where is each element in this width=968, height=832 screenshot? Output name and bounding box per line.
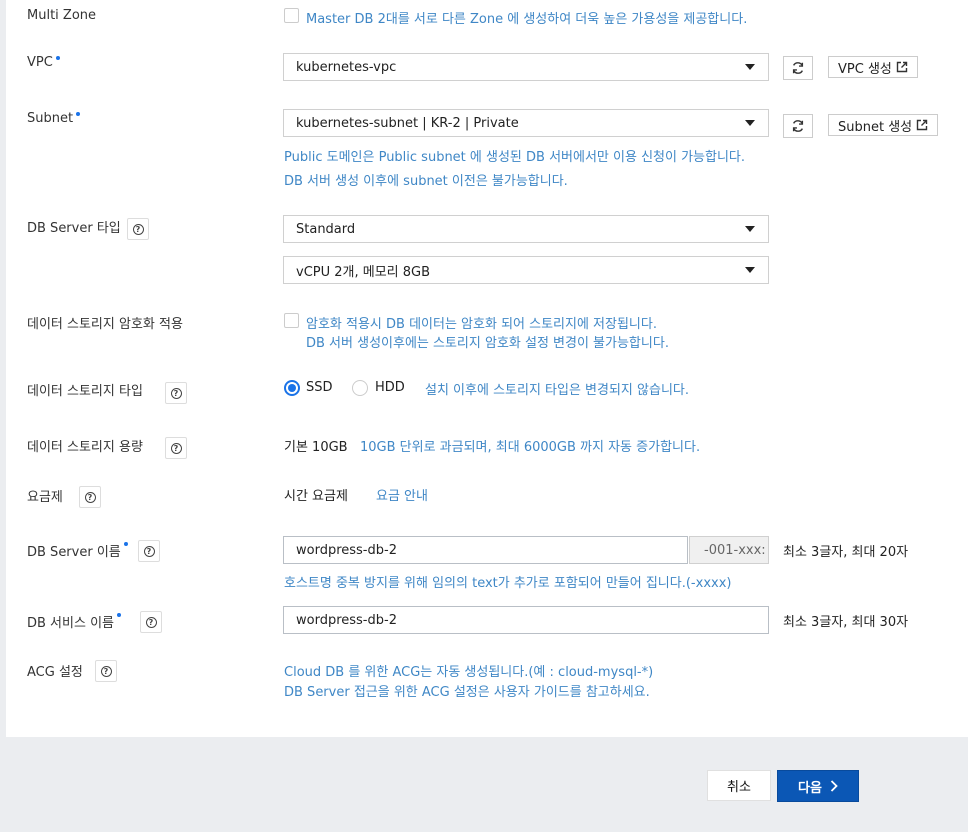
server-name-suffix: -001-xxx: bbox=[689, 536, 769, 564]
required-dot bbox=[55, 56, 60, 60]
subnet-refresh-button[interactable] bbox=[783, 114, 813, 138]
storage-ssd-radio[interactable] bbox=[284, 380, 300, 396]
cancel-label: 취소 bbox=[727, 780, 751, 795]
acg-help-button[interactable]: ? bbox=[95, 660, 117, 682]
storage-capacity-value: 기본 10GB bbox=[284, 440, 348, 455]
chevron-down-icon bbox=[745, 267, 755, 273]
refresh-icon bbox=[792, 120, 804, 132]
cancel-button[interactable]: 취소 bbox=[707, 770, 771, 801]
subnet-select-value: kubernetes-subnet | KR-2 | Private bbox=[296, 115, 519, 131]
chevron-down-icon bbox=[745, 226, 755, 232]
storage-ssd-label[interactable]: SSD bbox=[306, 380, 333, 395]
storage-hdd-radio[interactable] bbox=[352, 380, 368, 396]
server-name-rule: 최소 3글자, 최대 20자 bbox=[783, 545, 909, 560]
server-type-value: Standard bbox=[296, 221, 356, 237]
encryption-text-2: DB 서버 생성이후에는 스토리지 암호화 설정 변경이 불가능합니다. bbox=[306, 336, 669, 351]
subnet-label-text: Subnet bbox=[27, 111, 74, 126]
server-name-label: DB Server 이름 bbox=[27, 541, 128, 560]
service-name-help-button[interactable]: ? bbox=[140, 611, 162, 633]
subnet-label: Subnet bbox=[27, 111, 81, 126]
encryption-text-1: 암호화 적용시 DB 데이터는 암호화 되어 스토리지에 저장됩니다. bbox=[306, 317, 657, 332]
service-name-rule: 최소 3글자, 최대 30자 bbox=[783, 615, 909, 630]
question-icon: ? bbox=[170, 442, 182, 454]
server-type-label: DB Server 타입 bbox=[27, 221, 121, 236]
server-name-help-button[interactable]: ? bbox=[138, 540, 160, 562]
vpc-select-value: kubernetes-vpc bbox=[296, 59, 397, 75]
service-name-label: DB 서비스 이름 bbox=[27, 612, 121, 631]
acg-info-2: DB Server 접근을 위한 ACG 설정은 사용자 가이드를 참고하세요. bbox=[284, 685, 650, 700]
refresh-icon bbox=[792, 62, 804, 74]
pricing-help-button[interactable]: ? bbox=[79, 486, 101, 508]
encryption-checkbox[interactable] bbox=[284, 313, 299, 328]
server-name-label-text: DB Server 이름 bbox=[27, 545, 121, 560]
encryption-label: 데이터 스토리지 암호화 적용 bbox=[27, 317, 183, 332]
service-name-label-text: DB 서비스 이름 bbox=[27, 616, 114, 631]
multi-zone-checkbox[interactable] bbox=[284, 8, 299, 23]
subnet-create-button[interactable]: Subnet 생성 bbox=[828, 114, 939, 136]
storage-type-help-button[interactable]: ? bbox=[165, 382, 187, 404]
vpc-label: VPC bbox=[27, 55, 60, 70]
subnet-select[interactable]: kubernetes-subnet | KR-2 | Private bbox=[283, 109, 769, 137]
chevron-right-icon bbox=[830, 780, 838, 792]
storage-type-info: 설치 이후에 스토리지 타입은 변경되지 않습니다. bbox=[425, 383, 689, 398]
vpc-select[interactable]: kubernetes-vpc bbox=[283, 53, 769, 81]
multi-zone-label: Multi Zone bbox=[27, 8, 97, 23]
storage-capacity-help-button[interactable]: ? bbox=[165, 437, 187, 459]
storage-type-label: 데이터 스토리지 타입 bbox=[27, 384, 143, 399]
vpc-label-text: VPC bbox=[27, 55, 53, 70]
external-link-icon bbox=[896, 61, 908, 73]
required-dot bbox=[123, 542, 128, 546]
storage-hdd-label[interactable]: HDD bbox=[375, 380, 405, 395]
question-icon: ? bbox=[84, 491, 96, 503]
question-icon: ? bbox=[170, 387, 182, 399]
pricing-label: 요금제 bbox=[27, 490, 63, 505]
subnet-info-public: Public 도메인은 Public subnet 에 생성된 DB 서버에서만… bbox=[284, 150, 746, 165]
next-button[interactable]: 다음 bbox=[777, 770, 859, 802]
required-dot bbox=[76, 112, 81, 116]
storage-capacity-label: 데이터 스토리지 용량 bbox=[27, 440, 143, 455]
pricing-value: 시간 요금제 bbox=[284, 489, 348, 504]
acg-label: ACG 설정 bbox=[27, 665, 83, 680]
server-spec-select[interactable]: vCPU 2개, 메모리 8GB bbox=[283, 256, 769, 284]
subnet-create-label: Subnet 생성 bbox=[838, 119, 913, 135]
question-icon: ? bbox=[145, 616, 157, 628]
external-link-icon bbox=[916, 119, 928, 131]
service-name-input[interactable] bbox=[283, 606, 769, 634]
storage-capacity-info: 10GB 단위로 과금되며, 최대 6000GB 까지 자동 증가합니다. bbox=[360, 440, 701, 455]
server-name-info: 호스트명 중복 방지를 위해 임의의 text가 추가로 포함되어 만들어 집니… bbox=[284, 576, 732, 591]
server-spec-value: vCPU 2개, 메모리 8GB bbox=[296, 264, 431, 280]
chevron-down-icon bbox=[745, 120, 755, 126]
multi-zone-description: Master DB 2대를 서로 다른 Zone 에 생성하여 더욱 높은 가용… bbox=[306, 12, 748, 27]
acg-info-1: Cloud DB 를 위한 ACG는 자동 생성됩니다.(예 : cloud-m… bbox=[284, 665, 654, 680]
vpc-create-label: VPC 생성 bbox=[838, 61, 892, 77]
question-icon: ? bbox=[132, 223, 144, 235]
server-type-select[interactable]: Standard bbox=[283, 215, 769, 243]
vpc-create-button[interactable]: VPC 생성 bbox=[828, 56, 918, 78]
server-name-input[interactable] bbox=[283, 536, 688, 564]
pricing-guide-link[interactable]: 요금 안내 bbox=[376, 485, 428, 504]
subnet-info-migration: DB 서버 생성 이후에 subnet 이전은 불가능합니다. bbox=[284, 174, 568, 189]
required-dot bbox=[117, 613, 121, 617]
chevron-down-icon bbox=[745, 64, 755, 70]
question-icon: ? bbox=[143, 545, 155, 557]
question-icon: ? bbox=[100, 665, 112, 677]
next-label: 다음 bbox=[798, 780, 822, 796]
server-type-help-button[interactable]: ? bbox=[127, 218, 149, 240]
vpc-refresh-button[interactable] bbox=[783, 56, 813, 80]
